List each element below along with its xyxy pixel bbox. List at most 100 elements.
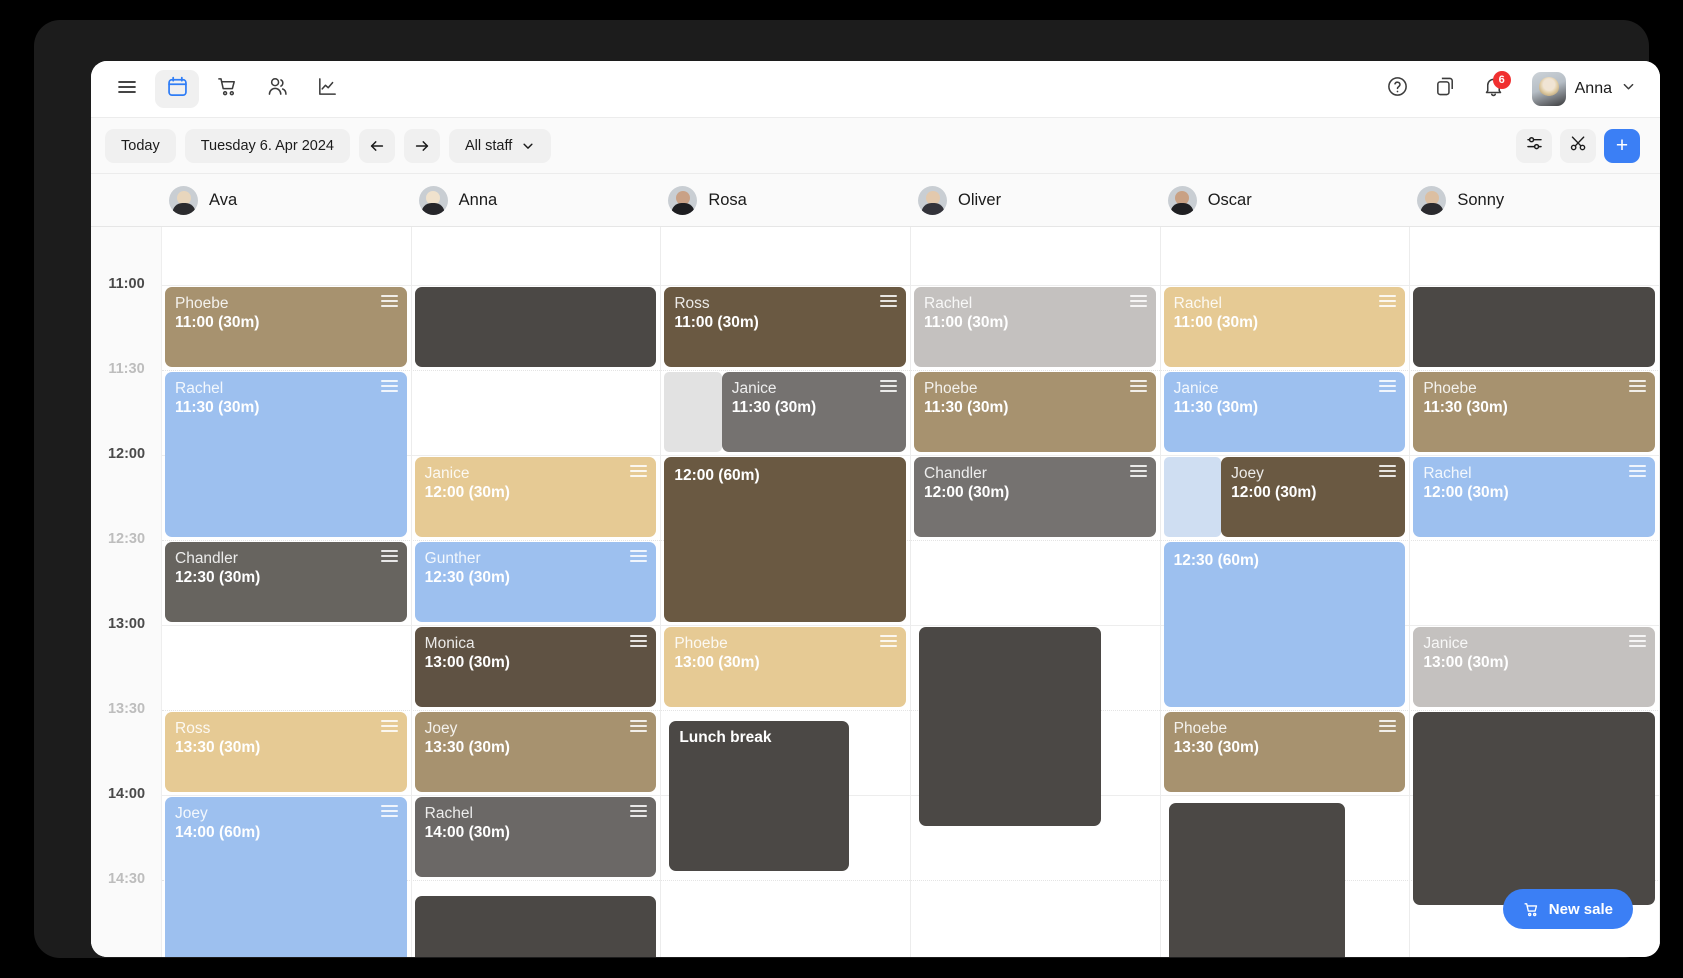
appointment-block[interactable] <box>918 627 1101 826</box>
appointment-client-name: Chandler <box>924 465 987 482</box>
services-tools-button[interactable] <box>1560 128 1596 163</box>
next-day-button[interactable] <box>403 128 440 163</box>
time-gutter-header <box>91 174 162 226</box>
appointment-block[interactable]: Phoebe 13:30 (30m) <box>1163 712 1406 792</box>
notifications-button[interactable]: 6 <box>1472 69 1516 109</box>
drag-handle-icon[interactable] <box>1628 380 1646 392</box>
new-sale-button[interactable]: New sale <box>1502 889 1633 929</box>
drag-handle-icon[interactable] <box>380 720 398 732</box>
appointment-client-name: Joey <box>1231 465 1264 482</box>
appointment-block[interactable] <box>414 287 657 367</box>
appointment-block[interactable]: Lunch break <box>669 720 849 872</box>
drag-handle-icon[interactable] <box>1379 720 1397 732</box>
drag-handle-icon[interactable] <box>380 295 398 307</box>
appointment-block[interactable]: Chandler 12:30 (30m) <box>165 542 407 622</box>
appointment-client-name: Rachel <box>924 295 973 312</box>
appointment-block[interactable] <box>1168 802 1346 957</box>
previous-day-button[interactable] <box>358 128 395 163</box>
hamburger-menu-button[interactable] <box>105 70 149 108</box>
appointment-time-slot: 12:00 (30m) <box>1423 484 1509 501</box>
appointment-block[interactable]: Joey 14:00 (60m) <box>165 797 407 957</box>
appointment-block[interactable]: 12:30 (60m) <box>1163 542 1406 707</box>
date-display[interactable]: Tuesday 6. Apr 2024 <box>184 128 350 163</box>
staff-column-header-oscar[interactable]: Oscar <box>1161 174 1411 226</box>
appointment-client-name: Joey <box>175 805 208 822</box>
appointment-block[interactable]: Rachel 11:00 (30m) <box>1163 287 1406 367</box>
appointment-block[interactable]: Rachel 11:30 (30m) <box>165 372 407 537</box>
view-settings-button[interactable] <box>1516 128 1552 163</box>
drag-handle-icon[interactable] <box>380 380 398 392</box>
drag-handle-icon[interactable] <box>630 465 648 477</box>
staff-column-header-sonny[interactable]: Sonny <box>1410 174 1660 226</box>
drag-handle-icon[interactable] <box>380 550 398 562</box>
drag-handle-icon[interactable] <box>380 805 398 817</box>
time-label: 14:30 <box>107 871 146 887</box>
calendar-grid[interactable]: 11:00 11:30 12:00 12:30 13:00 13:30 14:00 14:30… <box>91 227 1660 957</box>
appointment-block[interactable]: Janice 13:00 (30m) <box>1413 627 1655 707</box>
appointment-block[interactable]: Phoebe 11:30 (30m) <box>1413 372 1655 452</box>
today-button[interactable]: Today <box>105 128 176 163</box>
drag-handle-icon[interactable] <box>630 805 648 817</box>
appointment-block[interactable]: Gunther 12:30 (30m) <box>414 542 657 622</box>
drag-handle-icon[interactable] <box>1379 295 1397 307</box>
drag-handle-icon[interactable] <box>879 635 897 647</box>
duplicate-button[interactable] <box>1424 69 1468 109</box>
drag-handle-icon[interactable] <box>630 720 648 732</box>
appointment-block[interactable] <box>414 896 657 957</box>
staff-filter-dropdown[interactable]: All staff <box>448 128 552 163</box>
appointment-block[interactable]: Rachel 14:00 (30m) <box>414 797 657 877</box>
drag-handle-icon[interactable] <box>1129 380 1147 392</box>
notification-count-badge: 6 <box>1492 71 1511 89</box>
add-appointment-button[interactable]: + <box>1604 128 1640 163</box>
chevron-down-icon <box>1621 79 1636 99</box>
appointment-block[interactable]: Janice 11:30 (30m) <box>721 372 906 452</box>
staff-column-header-rosa[interactable]: Rosa <box>661 174 911 226</box>
appointment-block[interactable] <box>1413 712 1655 906</box>
staff-column-header-anna[interactable]: Anna <box>412 174 662 226</box>
appointment-block[interactable]: Joey 13:30 (30m) <box>414 712 657 792</box>
toolbar-actions: + <box>1516 128 1640 163</box>
appointment-block[interactable]: Janice 12:00 (30m) <box>414 457 657 537</box>
appointment-block[interactable]: Ross 11:00 (30m) <box>664 287 906 367</box>
appointment-block[interactable]: Phoebe 11:00 (30m) <box>165 287 407 367</box>
appointment-client-name: Janice <box>424 465 470 482</box>
staff-column-header-oliver[interactable]: Oliver <box>911 174 1161 226</box>
drag-handle-icon[interactable] <box>1129 295 1147 307</box>
drag-handle-icon[interactable] <box>1628 635 1646 647</box>
drag-handle-icon[interactable] <box>1379 380 1397 392</box>
nav-tab-clients[interactable] <box>255 70 299 108</box>
appointment-block[interactable]: Chandler 12:00 (30m) <box>914 457 1156 537</box>
appointment-block[interactable]: 12:00 (60m) <box>664 457 906 622</box>
drag-handle-icon[interactable] <box>630 635 648 647</box>
drag-handle-icon[interactable] <box>1129 465 1147 477</box>
appointment-client-name: Rachel <box>424 805 473 822</box>
nav-tab-reports[interactable] <box>305 70 349 108</box>
appointment-client-name: Rachel <box>175 380 224 397</box>
appointment-block[interactable]: Monica 13:00 (30m) <box>414 627 657 707</box>
drag-handle-icon[interactable] <box>879 295 897 307</box>
drag-handle-icon[interactable] <box>630 550 648 562</box>
appointment-block[interactable]: Phoebe 11:30 (30m) <box>914 372 1156 452</box>
user-menu[interactable]: Anna <box>1528 69 1640 109</box>
drag-handle-icon[interactable] <box>1628 465 1646 477</box>
appointment-block[interactable]: Ross 13:30 (30m) <box>165 712 407 792</box>
help-button[interactable] <box>1376 69 1420 109</box>
appointment-block[interactable]: Joey 12:00 (30m) <box>1221 457 1406 537</box>
appointment-block[interactable]: Rachel 11:00 (30m) <box>914 287 1156 367</box>
appointment-client-name: Joey <box>424 720 458 737</box>
appointment-block[interactable]: Rachel 12:00 (30m) <box>1413 457 1655 537</box>
appointment-block[interactable]: Janice 11:30 (30m) <box>1163 372 1406 452</box>
appointment-client-name: Janice <box>1173 380 1219 397</box>
nav-tab-sales[interactable] <box>205 70 249 108</box>
drag-handle-icon[interactable] <box>879 380 897 392</box>
drag-handle-icon[interactable] <box>1379 465 1397 477</box>
staff-columns: Phoebe 11:00 (30m) Rachel 11:30 (30m) Chandl… <box>162 227 1660 957</box>
appointment-client-name: Janice <box>731 380 777 397</box>
staff-column-header-ava[interactable]: Ava <box>162 174 412 226</box>
appointment-block[interactable] <box>1413 287 1655 367</box>
appointment-time-slot: 13:30 (30m) <box>424 739 510 756</box>
nav-tab-calendar[interactable] <box>155 70 199 108</box>
appointment-time-slot: 12:00 (30m) <box>424 484 510 501</box>
appointment-block[interactable]: Phoebe 13:00 (30m) <box>664 627 906 707</box>
appointment-client-name: Phoebe <box>1423 380 1477 397</box>
